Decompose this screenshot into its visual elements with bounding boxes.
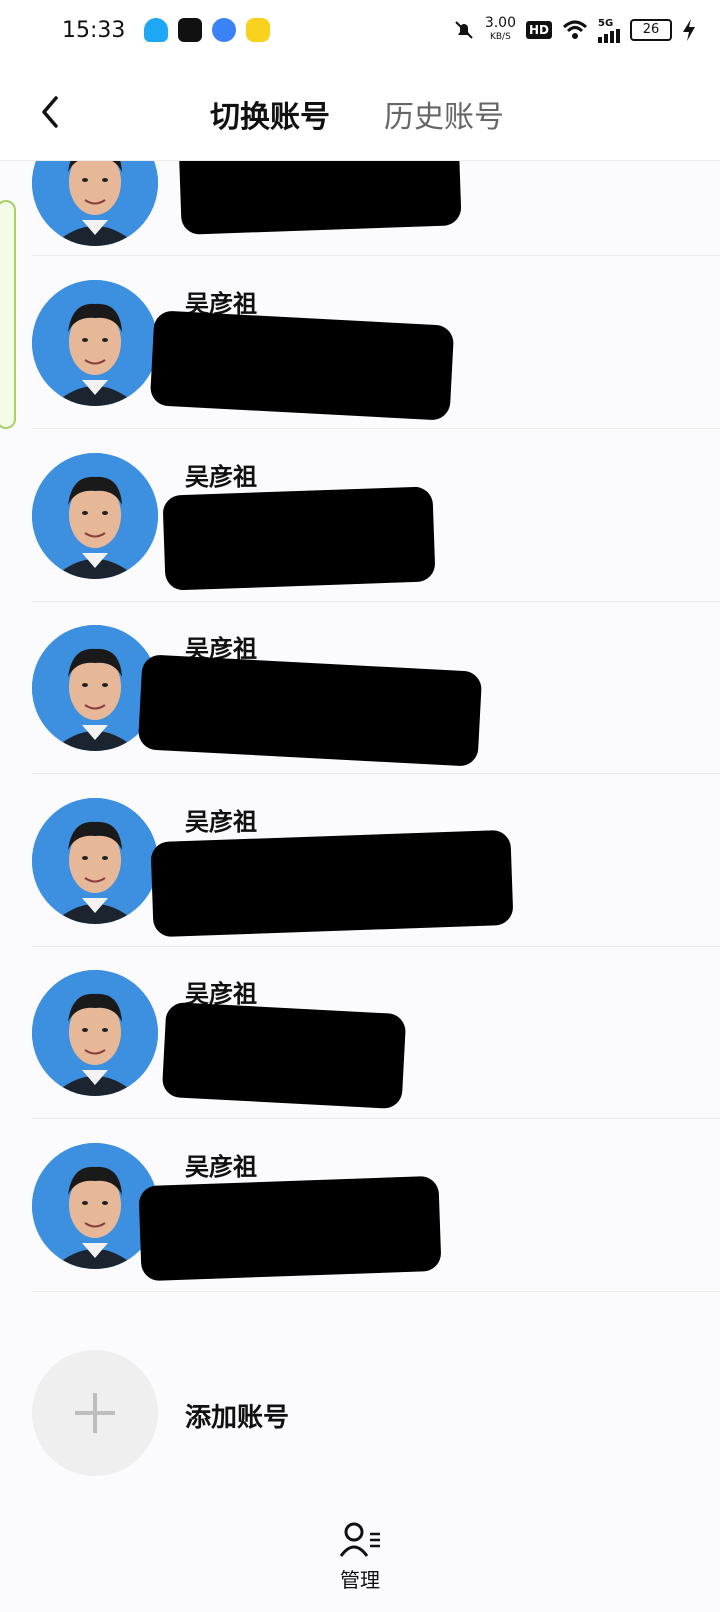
account-avatar[interactable]	[32, 280, 158, 406]
avatar-portrait-icon	[32, 280, 158, 406]
tab-history-account[interactable]: 历史账号	[384, 92, 504, 136]
account-name[interactable]: 吴彦祖	[185, 802, 257, 837]
redaction-mark	[138, 1175, 442, 1281]
net-speed: 3.00 KB/S	[484, 15, 516, 42]
plus-icon	[75, 1393, 115, 1433]
redaction-mark	[137, 654, 483, 767]
row-divider	[32, 255, 720, 256]
redaction-mark	[162, 485, 436, 591]
account-name[interactable]: 吴彦祖	[185, 1147, 257, 1182]
bunny-app-icon	[246, 18, 270, 42]
row-divider	[32, 1290, 720, 1292]
signal-5g: 5G	[598, 18, 620, 43]
row-divider	[32, 773, 720, 774]
back-icon[interactable]	[36, 92, 66, 132]
header: 切换账号 历史账号	[0, 66, 720, 161]
qq-icon	[144, 18, 168, 42]
redaction-mark	[161, 1001, 407, 1110]
hd-badge: HD	[525, 21, 552, 39]
avatar-portrait-icon	[32, 797, 158, 924]
manage-label: 管理	[340, 1568, 380, 1592]
tiktok-icon	[178, 18, 202, 42]
account-avatar[interactable]	[32, 452, 158, 579]
notification-icons	[144, 18, 270, 42]
status-time: 15:33	[62, 18, 126, 43]
signal-bars-icon	[598, 28, 620, 43]
manage-button[interactable]: 管理	[330, 1520, 390, 1593]
avatar-portrait-icon	[32, 452, 158, 579]
status-bar: 15:33 3.00 KB/S HD 5G 26	[0, 0, 720, 66]
wifi-icon	[562, 20, 588, 39]
mute-icon	[455, 21, 473, 39]
redaction-mark	[150, 829, 514, 937]
battery-indicator: 26	[630, 19, 672, 41]
avatar-portrait-icon	[32, 970, 158, 1096]
account-avatar[interactable]	[32, 970, 158, 1096]
user-manage-icon	[339, 1522, 380, 1557]
row-divider	[32, 945, 720, 947]
browser-icon	[212, 18, 236, 42]
floating-side-tab[interactable]	[0, 200, 16, 429]
add-account-label[interactable]: 添加账号	[185, 1397, 289, 1434]
redaction-mark	[149, 310, 455, 421]
add-account-button[interactable]	[32, 1350, 158, 1476]
row-divider	[32, 1118, 720, 1119]
tab-switch-account[interactable]: 切换账号	[210, 92, 330, 136]
row-divider	[32, 428, 720, 429]
row-divider	[32, 600, 720, 602]
status-indicators: 3.00 KB/S HD 5G 26	[453, 16, 696, 44]
account-avatar[interactable]	[32, 797, 158, 924]
charging-icon	[683, 19, 695, 41]
account-name[interactable]: 吴彦祖	[185, 457, 257, 492]
